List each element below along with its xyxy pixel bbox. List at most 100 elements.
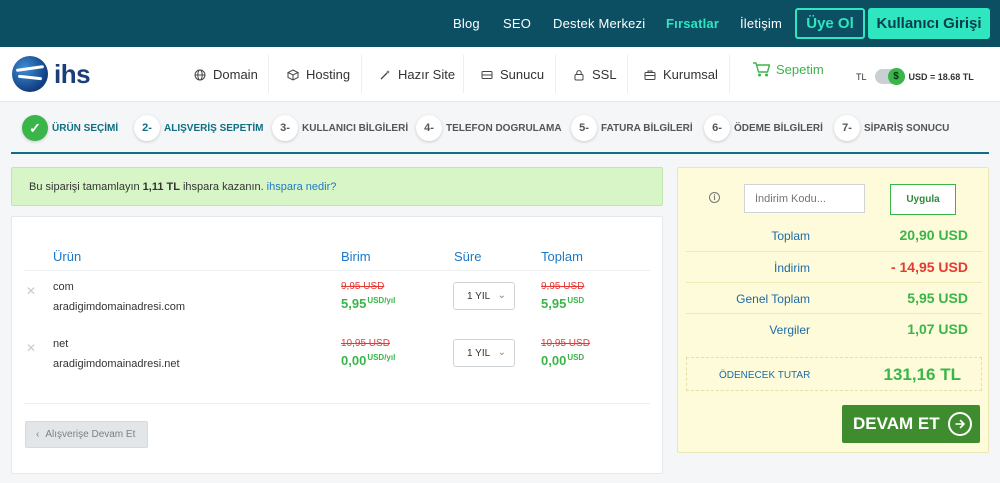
step-phone-verification[interactable]: 4- TELEFON DOGRULAMA: [416, 115, 562, 141]
logo[interactable]: ihs: [12, 56, 112, 92]
duration-value: 1 YIL: [467, 347, 491, 359]
unit-old-price: 9,95 USD: [341, 281, 385, 292]
promo-banner: Bu siparişi tamamlayın 1,11 TL ihspara k…: [11, 167, 663, 206]
briefcase-icon: [643, 68, 657, 82]
nav-divider: [361, 55, 362, 93]
unit-new-price: 0,00USD/yıl: [341, 353, 396, 368]
summary-row-taxes: Vergiler 1,07 USD: [686, 313, 982, 344]
register-button[interactable]: Üye Ol: [795, 8, 865, 39]
chevron-left-icon: ‹: [36, 429, 40, 440]
server-icon: [480, 68, 494, 82]
summary-value: 20,90 USD: [899, 227, 968, 243]
item-extension: com: [53, 281, 74, 293]
summary-value: 5,95 USD: [907, 290, 968, 306]
currency-switch[interactable]: TL $ USD = 18.68 TL: [856, 68, 974, 85]
summary-label: Vergiler: [769, 323, 810, 337]
nav-item-ready-site[interactable]: Hazır Site: [378, 67, 455, 82]
duration-value: 1 YIL: [467, 290, 491, 302]
currency-tl-label: TL: [856, 71, 867, 82]
topbar-link-support[interactable]: Destek Merkezi: [553, 16, 645, 31]
promo-text-after: ihspara kazanın.: [182, 180, 264, 193]
nav-divider: [729, 55, 730, 93]
nav-divider: [268, 55, 269, 93]
chevron-down-icon: ⌄: [497, 290, 506, 301]
duration-select[interactable]: 1 YIL ⌄: [453, 339, 515, 367]
continue-shopping-button[interactable]: ‹ Alışverişe Devam Et: [25, 421, 148, 448]
remove-item-icon[interactable]: ✕: [26, 284, 36, 298]
step-user-info[interactable]: 3- KULLANICI BİLGİLERİ: [272, 115, 408, 141]
main-nav: ihs Domain Hosting Hazır Site Sunucu SSL: [0, 47, 1000, 102]
step-payment-info[interactable]: 6- ÖDEME BİLGİLERİ: [704, 115, 823, 141]
shopping-cart-icon: [752, 60, 772, 78]
nav-item-domain[interactable]: Domain: [193, 67, 258, 82]
column-header-unit: Birim: [341, 249, 371, 264]
topbar-link-deals[interactable]: Fırsatlar: [666, 16, 719, 31]
step-number: 2-: [134, 115, 160, 141]
step-label: ÖDEME BİLGİLERİ: [734, 122, 823, 134]
step-product-selection[interactable]: ✓ ÜRÜN SEÇİMİ: [22, 115, 118, 141]
nav-item-server[interactable]: Sunucu: [480, 67, 544, 82]
duration-select[interactable]: 1 YIL ⌄: [453, 282, 515, 310]
steps-divider: [11, 152, 989, 154]
cart-link[interactable]: Sepetim: [752, 60, 824, 78]
unit-old-price: 10,95 USD: [341, 338, 390, 349]
topbar-link-seo[interactable]: SEO: [503, 16, 531, 31]
top-bar: Blog SEO Destek Merkezi Fırsatlar İletiş…: [0, 0, 1000, 47]
wand-icon: [378, 68, 392, 82]
summary-label: İndirim: [773, 261, 810, 275]
ihspara-info-link[interactable]: ihspara nedir?: [267, 181, 337, 193]
nav-divider: [627, 55, 628, 93]
payable-total: ÖDENECEK TUTAR 131,16 TL: [686, 357, 982, 391]
item-domain: aradigimdomainadresi.net: [53, 358, 180, 370]
step-number: 7-: [834, 115, 860, 141]
nav-item-label: Hosting: [306, 67, 351, 82]
item-domain: aradigimdomainadresi.com: [53, 301, 186, 313]
topbar-link-contact[interactable]: İletişim: [740, 16, 782, 31]
total-old-price: 10,95 USD: [541, 338, 590, 349]
currency-toggle[interactable]: $: [874, 68, 905, 85]
nav-item-label: Hazır Site: [398, 67, 456, 82]
nav-item-hosting[interactable]: Hosting: [286, 67, 350, 82]
step-shopping-cart[interactable]: 2- ALIŞVERİŞ SEPETİM: [134, 115, 263, 141]
total-old-price: 9,95 USD: [541, 281, 585, 292]
step-order-result[interactable]: 7- SİPARİŞ SONUCU: [834, 115, 949, 141]
login-button[interactable]: Kullanıcı Girişi: [868, 8, 990, 39]
topbar-link-blog[interactable]: Blog: [453, 16, 480, 31]
promo-text: Bu siparişi tamamlayın: [29, 180, 140, 193]
coupon-code-input[interactable]: [744, 184, 865, 213]
nav-item-label: Sunucu: [500, 67, 545, 82]
box-icon: [286, 68, 300, 82]
nav-divider: [463, 55, 464, 93]
apply-coupon-button[interactable]: Uygula: [890, 184, 956, 215]
nav-item-ssl[interactable]: SSL: [572, 67, 617, 82]
total-new-price: 5,95USD: [541, 296, 585, 311]
globe-icon: [193, 68, 207, 82]
continue-shopping-label: Alışverişe Devam Et: [45, 429, 136, 440]
step-billing-info[interactable]: 5- FATURA BİLGİLERİ: [571, 115, 693, 141]
table-divider: [24, 403, 650, 404]
column-header-duration: Süre: [454, 249, 482, 264]
step-number: 5-: [571, 115, 597, 141]
summary-value: 1,07 USD: [907, 321, 968, 337]
table-divider: [24, 270, 650, 271]
remove-item-icon[interactable]: ✕: [26, 341, 36, 355]
nav-item-corporate[interactable]: Kurumsal: [643, 67, 718, 82]
step-label: ALIŞVERİŞ SEPETİM: [164, 122, 264, 134]
column-header-total: Toplam: [541, 249, 583, 264]
chevron-down-icon: ⌄: [497, 347, 506, 358]
order-summary: i Uygula Toplam 20,90 USD İndirim - 14,9…: [677, 167, 989, 453]
dollar-icon: $: [887, 68, 905, 85]
arrow-right-icon: [948, 412, 972, 436]
continue-button[interactable]: DEVAM ET: [842, 405, 980, 443]
summary-value: - 14,95 USD: [890, 259, 968, 275]
summary-row-discount: İndirim - 14,95 USD: [686, 251, 982, 282]
info-icon[interactable]: i: [709, 192, 720, 203]
logo-globe-icon: [12, 56, 48, 92]
checkmark-icon: ✓: [22, 115, 48, 141]
step-number: 4-: [416, 115, 442, 141]
nav-item-label: Domain: [213, 67, 258, 82]
step-label: KULLANICI BİLGİLERİ: [302, 122, 409, 134]
step-label: FATURA BİLGİLERİ: [601, 122, 693, 134]
unit-new-price: 5,95USD/yıl: [341, 296, 396, 311]
cart-panel: Ürün Birim Süre Toplam ✕ com aradigimdom…: [11, 216, 663, 474]
